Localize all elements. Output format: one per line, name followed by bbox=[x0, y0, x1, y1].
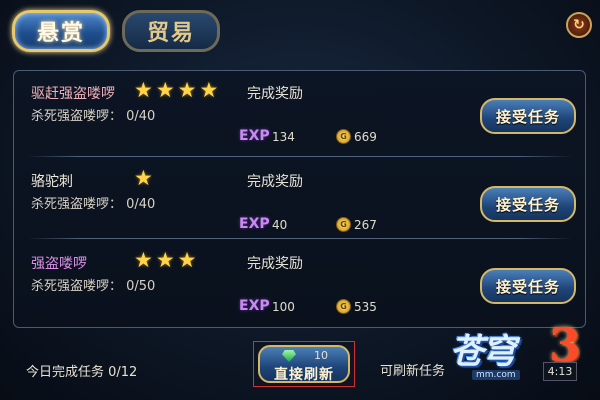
quest-window: 悬赏 贸易 ↻ 驱赶强盗喽啰 ★ ★ ★ ★ 完成奖励 杀死强盗喽啰： 0/40… bbox=[0, 0, 600, 400]
star-icon: ★ bbox=[177, 248, 197, 272]
reward-label: 完成奖励 bbox=[247, 174, 303, 190]
quest-row: 骆驼刺 ★ 完成奖励 杀死强盗喽啰： 0/40 EXP 40 G 267 接受任… bbox=[14, 159, 585, 239]
quest-row: 驱赶强盗喽啰 ★ ★ ★ ★ 完成奖励 杀死强盗喽啰： 0/40 EXP 134… bbox=[14, 71, 585, 151]
gold-reward: 669 bbox=[354, 130, 377, 144]
gold-reward: 267 bbox=[354, 218, 377, 232]
quest-row: 强盗喽啰 ★ ★ ★ 完成奖励 杀死强盗喽啰： 0/50 EXP 100 G 5… bbox=[14, 241, 585, 321]
star-icon: ★ bbox=[177, 78, 197, 102]
star-icon: ★ bbox=[134, 248, 153, 272]
accept-quest-button[interactable]: 接受任务 bbox=[480, 268, 576, 304]
logo-title: 苍穹 bbox=[450, 332, 516, 372]
quest-name: 驱赶强盗喽啰 bbox=[31, 86, 115, 102]
exp-reward: 40 bbox=[272, 218, 288, 232]
tab-trade[interactable]: 贸易 bbox=[122, 10, 220, 52]
gold-coin-icon: G bbox=[336, 129, 351, 144]
tab-bounty[interactable]: 悬赏 bbox=[12, 10, 110, 52]
exp-label: EXP bbox=[239, 128, 270, 144]
gold-coin-icon: G bbox=[336, 299, 351, 314]
quest-list: 驱赶强盗喽啰 ★ ★ ★ ★ 完成奖励 杀死强盗喽啰： 0/40 EXP 134… bbox=[13, 70, 586, 328]
refresh-icon[interactable]: ↻ bbox=[566, 12, 592, 38]
accept-quest-button[interactable]: 接受任务 bbox=[480, 98, 576, 134]
gold-coin-icon: G bbox=[336, 217, 351, 232]
quest-difficulty: ★ ★ ★ bbox=[134, 250, 196, 271]
star-icon: ★ bbox=[134, 78, 153, 102]
quest-difficulty: ★ ★ ★ ★ bbox=[134, 80, 218, 101]
direct-refresh-label: 直接刷新 bbox=[274, 367, 334, 383]
refresh-timer: 4:13 bbox=[543, 362, 577, 381]
quest-progress: 杀死强盗喽啰： 0/50 bbox=[31, 279, 156, 294]
accept-quest-button[interactable]: 接受任务 bbox=[480, 186, 576, 222]
gold-reward: 535 bbox=[354, 300, 377, 314]
gem-icon bbox=[282, 350, 296, 362]
direct-refresh-button[interactable]: 10 直接刷新 bbox=[258, 345, 350, 383]
reward-label: 完成奖励 bbox=[247, 86, 303, 102]
exp-label: EXP bbox=[239, 216, 270, 232]
free-refresh-label: 可刷新任务 bbox=[380, 364, 446, 379]
star-icon: ★ bbox=[134, 166, 153, 190]
quest-difficulty: ★ bbox=[134, 168, 153, 189]
star-icon: ★ bbox=[155, 78, 175, 102]
exp-reward: 134 bbox=[272, 130, 295, 144]
divider bbox=[26, 156, 573, 157]
divider bbox=[26, 238, 573, 239]
quest-progress: 杀死强盗喽啰： 0/40 bbox=[31, 109, 156, 124]
star-icon: ★ bbox=[155, 248, 175, 272]
quest-name: 骆驼刺 bbox=[31, 174, 73, 190]
exp-reward: 100 bbox=[272, 300, 295, 314]
reward-label: 完成奖励 bbox=[247, 256, 303, 272]
daily-completed-count: 今日完成任务 0/12 bbox=[26, 365, 138, 380]
quest-name: 强盗喽啰 bbox=[31, 256, 87, 272]
quest-progress: 杀死强盗喽啰： 0/40 bbox=[31, 197, 156, 212]
direct-refresh-highlight: 10 直接刷新 bbox=[253, 341, 355, 387]
logo-watermark: mm.com bbox=[472, 370, 520, 380]
star-icon: ★ bbox=[199, 78, 219, 102]
refresh-cost: 10 bbox=[314, 349, 328, 362]
exp-label: EXP bbox=[239, 298, 270, 314]
